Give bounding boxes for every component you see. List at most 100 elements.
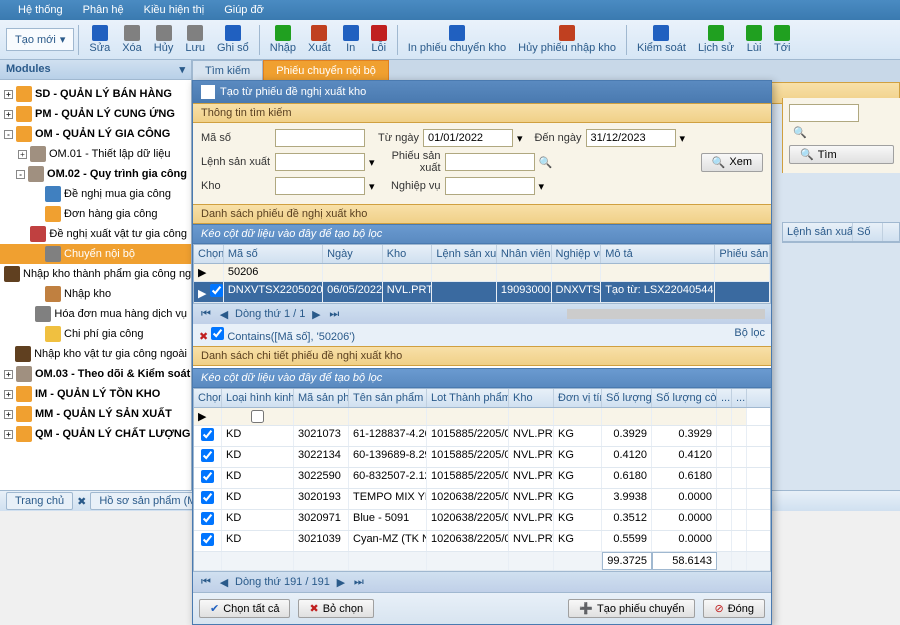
table-row[interactable]: KD3020193TEMPO MIX YELL...1020638/2205/0… — [194, 489, 770, 510]
label-nghiepvu: Nghiệp vụ — [379, 180, 441, 192]
tree-node[interactable]: -OM.02 - Quy trình gia công — [0, 164, 191, 184]
toolbar-Xuất[interactable]: Xuất — [302, 23, 337, 56]
calendar-icon[interactable]: ▾ — [517, 132, 523, 145]
input-kho[interactable] — [275, 177, 365, 195]
search-icon[interactable]: 🔍 — [793, 126, 894, 139]
input-denngay[interactable] — [586, 129, 676, 147]
select-all-button[interactable]: ✔Chọn tất cả — [199, 599, 290, 618]
filter-link[interactable]: Bộ lọc — [734, 327, 765, 343]
table-row[interactable]: KD302213460-139689-8.29...1015885/2205/0… — [194, 447, 770, 468]
tree-node[interactable]: Nhập kho thành phẩm gia công ngoài — [0, 264, 191, 284]
close-icon[interactable]: ✖ — [77, 495, 86, 508]
toolbar-Lỗi[interactable]: Lỗi — [365, 23, 393, 56]
create-from-request-dialog: Tạo từ phiếu đề nghị xuất kho Thông tin … — [192, 80, 772, 625]
toolbar-Kiểm soát[interactable]: Kiểm soát — [631, 23, 692, 56]
tree-node[interactable]: Chi phí gia công — [0, 324, 191, 344]
status-home[interactable]: Trang chủ — [6, 492, 73, 510]
close-filter-icon[interactable]: ✖ — [199, 331, 208, 343]
table-row[interactable]: ▶ DNXVTSX2205020606/05/2022NVL.PRT190930… — [194, 282, 770, 303]
menu-module[interactable]: Phân hệ — [73, 4, 134, 16]
next-icon[interactable]: ▶ — [334, 575, 348, 589]
dropdown-icon[interactable]: ▾ — [369, 156, 375, 169]
table-row[interactable]: KD3021039Cyan-MZ (TK NE...1020638/2205/0… — [194, 531, 770, 552]
tree-node[interactable]: Hóa đơn mua hàng dịch vụ — [0, 304, 191, 324]
menu-view[interactable]: Kiều hiện thị — [134, 4, 215, 16]
input-psx[interactable] — [445, 153, 535, 171]
table-row[interactable]: KD3020971Blue - 50911020638/2205/01NVL.P… — [194, 510, 770, 531]
tree-node[interactable]: +SD - QUẢN LÝ BÁN HÀNG — [0, 84, 191, 104]
tree-node[interactable]: +OM.01 - Thiết lập dữ liệu — [0, 144, 191, 164]
table-row[interactable]: KD302259060-832507-2.12...1015885/2205/0… — [194, 468, 770, 489]
tab-transfer[interactable]: Phiếu chuyển nội bộ — [263, 60, 389, 82]
label-kho: Kho — [201, 180, 271, 192]
first-icon[interactable]: ⏮ — [199, 307, 213, 321]
tree-node[interactable]: -OM - QUẢN LÝ GIA CÔNG — [0, 124, 191, 144]
menu-system[interactable]: Hệ thống — [8, 4, 73, 16]
request-grid[interactable]: ChọnMã sốNgàyKhoLệnh sản xuấtNhân viênNg… — [193, 244, 771, 304]
toolbar-Hủy[interactable]: Hủy — [148, 23, 180, 56]
module-tree: +SD - QUẢN LÝ BÁN HÀNG+PM - QUẢN LÝ CUNG… — [0, 80, 191, 490]
create-transfer-button[interactable]: ➕Tạo phiếu chuyển — [568, 599, 695, 618]
tree-node[interactable]: Nhập kho vật tư gia công ngoài — [0, 344, 191, 364]
tree-node[interactable]: +IM - QUẢN LÝ TỒN KHO — [0, 384, 191, 404]
toolbar-Ghi sổ[interactable]: Ghi sổ — [211, 23, 255, 56]
last-icon[interactable]: ⏭ — [352, 575, 366, 589]
table-row[interactable]: KD302107361-128837-4.26...1015885/2205/0… — [194, 426, 770, 447]
toolbar-Tới[interactable]: Tới — [768, 23, 796, 56]
scrollbar[interactable] — [567, 309, 765, 319]
toolbar-In phiếu chuyển kho[interactable]: In phiếu chuyển kho — [402, 23, 512, 56]
tab-search[interactable]: Tìm kiếm — [192, 60, 263, 82]
sidebar-title: Modules ▾ — [0, 60, 191, 80]
right-search-input[interactable] — [789, 104, 859, 122]
menu-help[interactable]: Giúp đỡ — [214, 4, 274, 16]
label-lsx: Lệnh sản xuất — [201, 156, 271, 168]
deselect-button[interactable]: ✖Bỏ chọn — [298, 599, 374, 618]
tree-node[interactable]: Nhập kho — [0, 284, 191, 304]
next-icon[interactable]: ▶ — [309, 307, 323, 321]
view-button[interactable]: 🔍Xem — [701, 153, 763, 172]
input-tungay[interactable] — [423, 129, 513, 147]
first-icon[interactable]: ⏮ — [199, 575, 213, 589]
calendar-icon[interactable]: ▾ — [680, 132, 686, 145]
dialog-icon — [201, 85, 215, 99]
dropdown-icon[interactable]: ▾ — [539, 180, 545, 193]
chevron-down-icon: ▾ — [60, 33, 66, 46]
toolbar-Nhập[interactable]: Nhập — [264, 23, 302, 56]
tree-node[interactable]: +MM - QUẢN LÝ SẢN XUẤT — [0, 404, 191, 424]
toolbar-In[interactable]: In — [337, 23, 365, 56]
toolbar-Lịch sử[interactable]: Lịch sử — [692, 23, 740, 56]
right-grid: Lệnh sản xuấtSố — [782, 222, 900, 302]
sidebar: Modules ▾ +SD - QUẢN LÝ BÁN HÀNG+PM - QU… — [0, 60, 192, 490]
tree-node[interactable]: +OM.03 - Theo dõi & Kiểm soát — [0, 364, 191, 384]
tree-node[interactable]: +QM - QUẢN LÝ CHẤT LƯỢNG — [0, 424, 191, 444]
toolbar-Sửa[interactable]: Sửa — [83, 23, 116, 56]
input-nghiepvu[interactable] — [445, 177, 535, 195]
label-tungay: Từ ngày — [369, 132, 419, 144]
last-icon[interactable]: ⏭ — [327, 307, 341, 321]
detail-grid[interactable]: ChọnLoại hình kinh d...Mã sản phẩmTên sả… — [194, 389, 770, 571]
dropdown-icon[interactable]: ▾ — [179, 63, 185, 76]
input-lsx[interactable] — [275, 153, 365, 171]
pager-2: ⏮ ◀ Dòng thứ 191 / 191 ▶ ⏭ — [193, 572, 771, 592]
toolbar-Xóa[interactable]: Xóa — [116, 23, 148, 56]
dropdown-icon[interactable]: ▾ — [369, 180, 375, 193]
tree-node[interactable]: Chuyển nội bộ — [0, 244, 191, 264]
filter-checkbox[interactable] — [211, 327, 224, 340]
prev-icon[interactable]: ◀ — [217, 575, 231, 589]
tree-node[interactable]: Đề nghị xuất vật tư gia công — [0, 224, 191, 244]
prev-icon[interactable]: ◀ — [217, 307, 231, 321]
toolbar-Lưu[interactable]: Lưu — [179, 23, 211, 56]
tree-node[interactable]: +PM - QUẢN LÝ CUNG ỨNG — [0, 104, 191, 124]
tabstrip: Tìm kiếm Phiếu chuyển nội bộ — [192, 60, 900, 82]
toolbar: Tạo mới▾ SửaXóaHủyLưuGhi sổ NhậpXuấtInLỗi… — [0, 20, 900, 60]
search-icon: 🔍 — [712, 156, 726, 169]
search-icon[interactable]: 🔍 — [539, 156, 553, 169]
input-maso[interactable] — [275, 129, 365, 147]
tree-node[interactable]: Đề nghị mua gia công — [0, 184, 191, 204]
new-dropdown[interactable]: Tạo mới▾ — [6, 28, 74, 51]
toolbar-Hủy phiếu nhập kho[interactable]: Hủy phiếu nhập kho — [512, 23, 622, 56]
tree-node[interactable]: Đơn hàng gia công — [0, 204, 191, 224]
close-button[interactable]: ⊘Đóng — [703, 599, 765, 618]
search-button[interactable]: 🔍Tìm — [789, 145, 894, 164]
toolbar-Lùi[interactable]: Lùi — [740, 23, 768, 56]
